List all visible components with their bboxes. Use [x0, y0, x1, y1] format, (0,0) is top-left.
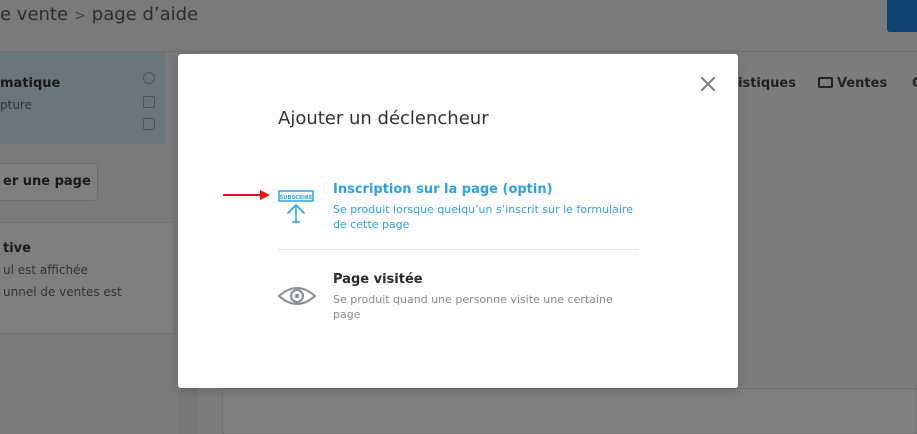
add-trigger-modal: Ajouter un déclencheur SUBSCRIBE Inscrip…	[178, 54, 738, 388]
subscribe-icon-text: SUBSCRIBE	[280, 195, 313, 201]
option-divider	[278, 249, 638, 250]
trigger-option-page-visited[interactable]: Page visitée Se produit quand une person…	[277, 268, 638, 328]
eye-icon	[277, 276, 317, 316]
trigger-option-page-visited-label: Page visitée	[333, 272, 423, 287]
trigger-option-optin[interactable]: SUBSCRIBE Inscription sur la page (optin…	[278, 178, 638, 238]
red-arrow-annotation	[223, 190, 270, 200]
subscribe-icon: SUBSCRIBE	[278, 186, 316, 226]
close-icon[interactable]	[698, 74, 718, 94]
trigger-option-optin-label: Inscription sur la page (optin)	[333, 182, 553, 197]
trigger-option-page-visited-description: Se produit quand une personne visite une…	[333, 293, 613, 321]
trigger-option-optin-description: Se produit lorsque quelqu’un s’inscrit s…	[333, 203, 633, 231]
modal-title: Ajouter un déclencheur	[278, 108, 489, 129]
